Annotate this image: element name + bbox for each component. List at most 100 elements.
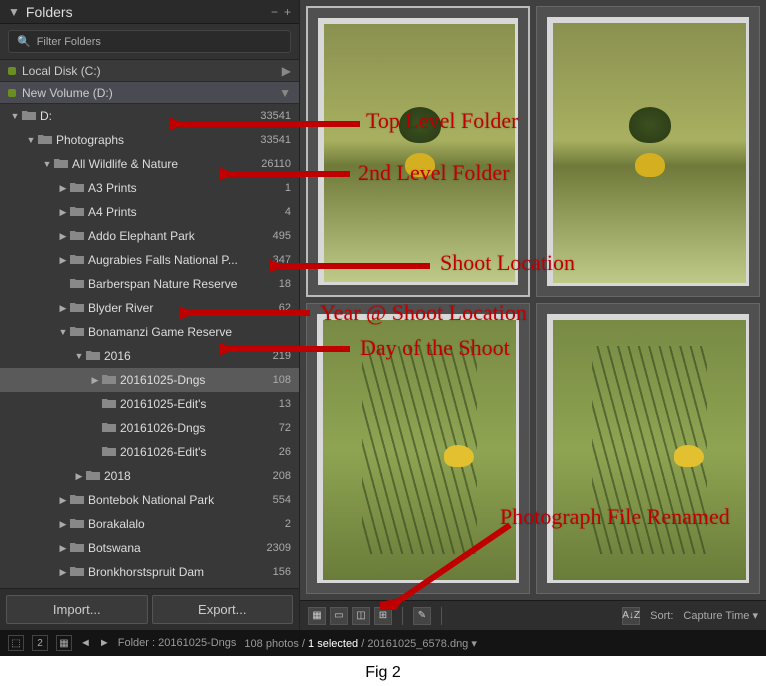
- expand-icon[interactable]: ▶: [56, 231, 70, 242]
- sort-direction-icon[interactable]: A↓Z: [622, 607, 640, 625]
- plus-icon[interactable]: +: [284, 5, 291, 19]
- folder-count: 347: [251, 254, 291, 266]
- status-filename[interactable]: 20161025_6578.dng: [367, 638, 468, 650]
- drive-d[interactable]: New Volume (D:) ▼: [0, 82, 299, 104]
- folder-icon: [38, 133, 52, 147]
- sort-label: Sort:: [650, 610, 673, 622]
- folder-tree[interactable]: ▼D:33541▼Photographs33541▼All Wildlife &…: [0, 104, 299, 588]
- filter-folders-input[interactable]: 🔍 Filter Folders: [8, 30, 291, 53]
- tree-row[interactable]: ▶Bontebok National Park554: [0, 488, 299, 512]
- drive-status-icon: [8, 67, 16, 75]
- panel-collapse-icon[interactable]: ▼: [8, 5, 20, 19]
- filmstrip-icon[interactable]: ▦: [56, 635, 72, 651]
- thumbnail[interactable]: [306, 6, 530, 297]
- tree-row[interactable]: ▼D:33541: [0, 104, 299, 128]
- folder-icon: [70, 565, 84, 579]
- tree-row[interactable]: Barberspan Nature Reserve18: [0, 272, 299, 296]
- folder-icon: [102, 373, 116, 387]
- status-folder[interactable]: Folder : 20161025-Dngs: [118, 637, 237, 649]
- identity-plate-icon[interactable]: ⬚: [8, 635, 24, 651]
- compare-view-icon[interactable]: ◫: [352, 607, 370, 625]
- expand-icon[interactable]: ▶: [56, 255, 70, 266]
- import-button[interactable]: Import...: [6, 595, 148, 624]
- folder-icon: [70, 325, 84, 339]
- tree-row[interactable]: ▶ Addo Elephant Park495: [0, 224, 299, 248]
- tree-row[interactable]: ▶A3 Prints1: [0, 176, 299, 200]
- tree-row[interactable]: ▼Bonamanzi Game Reserve: [0, 320, 299, 344]
- expand-icon[interactable]: ▼: [8, 111, 22, 121]
- expand-icon[interactable]: ▶: [88, 375, 102, 386]
- status-count: 108 photos: [244, 638, 298, 650]
- folder-icon: [102, 397, 116, 411]
- folder-label: Addo Elephant Park: [88, 229, 251, 243]
- thumbnail[interactable]: [306, 303, 530, 594]
- tree-row[interactable]: ▶Borakalalo2: [0, 512, 299, 536]
- status-selected: 1 selected: [308, 638, 358, 650]
- folder-label: 20161025-Edit's: [120, 397, 251, 411]
- expand-icon[interactable]: ▼: [40, 159, 54, 169]
- expand-icon[interactable]: ▶: [56, 519, 70, 530]
- folder-count: 495: [251, 230, 291, 242]
- folder-icon: [70, 541, 84, 555]
- tree-row[interactable]: 20161026-Edit's26: [0, 440, 299, 464]
- thumbnail[interactable]: [536, 6, 760, 297]
- expand-icon[interactable]: ▶: [72, 471, 86, 482]
- folder-count: 4: [251, 206, 291, 218]
- folder-icon: [70, 181, 84, 195]
- tree-row[interactable]: ▶Botswana2309: [0, 536, 299, 560]
- tree-row[interactable]: ▶Blyder River62: [0, 296, 299, 320]
- tree-row[interactable]: ▼All Wildlife & Nature26110: [0, 152, 299, 176]
- folder-icon: [70, 205, 84, 219]
- expand-icon[interactable]: ▼: [72, 351, 86, 361]
- folder-count: 33541: [251, 110, 291, 122]
- expand-icon[interactable]: ▶: [56, 207, 70, 218]
- survey-view-icon[interactable]: ⊞: [374, 607, 392, 625]
- folder-icon: [70, 253, 84, 267]
- view-mode-icon[interactable]: 2: [32, 635, 48, 651]
- tree-row[interactable]: ▶A4 Prints4: [0, 200, 299, 224]
- folder-icon: [54, 157, 68, 171]
- folder-count: 13: [251, 398, 291, 410]
- tree-row[interactable]: ▶20161025-Dngs108: [0, 368, 299, 392]
- tree-row[interactable]: ▶ Augrabies Falls National P...347: [0, 248, 299, 272]
- sort-value[interactable]: Capture Time ▾: [683, 609, 758, 622]
- folder-icon: [86, 469, 100, 483]
- export-button[interactable]: Export...: [152, 595, 294, 624]
- expand-icon[interactable]: ▶: [56, 495, 70, 506]
- tree-row[interactable]: ▶Bronkhorstspruit Dam156: [0, 560, 299, 584]
- expand-icon[interactable]: ▼: [56, 327, 70, 337]
- folder-label: Borakalalo: [88, 517, 251, 531]
- search-icon: 🔍: [17, 35, 31, 48]
- drive-c[interactable]: Local Disk (C:) ▶: [0, 60, 299, 82]
- chevron-down-icon[interactable]: ▼: [279, 86, 291, 100]
- grid-view-icon[interactable]: ▦: [308, 607, 326, 625]
- tree-row[interactable]: ▼Photographs33541: [0, 128, 299, 152]
- folder-label: Augrabies Falls National P...: [88, 253, 251, 267]
- nav-back-icon[interactable]: ◄: [80, 637, 91, 649]
- folder-icon: [86, 349, 100, 363]
- folder-label: Barberspan Nature Reserve: [88, 277, 251, 291]
- expand-icon[interactable]: ▶: [56, 303, 70, 314]
- folder-label: A3 Prints: [88, 181, 251, 195]
- tree-row[interactable]: ▶2018208: [0, 464, 299, 488]
- chevron-right-icon[interactable]: ▶: [282, 64, 291, 78]
- tree-row[interactable]: 20161025-Edit's13: [0, 392, 299, 416]
- folder-icon: [102, 445, 116, 459]
- tree-row[interactable]: 20161026-Dngs72: [0, 416, 299, 440]
- nav-fwd-icon[interactable]: ►: [99, 637, 110, 649]
- folders-panel-header[interactable]: ▼ Folders − +: [0, 0, 299, 24]
- folder-count: 156: [251, 566, 291, 578]
- minus-icon[interactable]: −: [271, 5, 278, 19]
- folder-icon: [70, 277, 84, 291]
- painter-icon[interactable]: ✎: [413, 607, 431, 625]
- expand-icon[interactable]: ▶: [56, 543, 70, 554]
- expand-icon[interactable]: ▼: [24, 135, 38, 145]
- tree-row[interactable]: ▼2016219: [0, 344, 299, 368]
- thumbnail[interactable]: [536, 303, 760, 594]
- folder-icon: [102, 421, 116, 435]
- folder-count: 18: [251, 278, 291, 290]
- expand-icon[interactable]: ▶: [56, 567, 70, 578]
- expand-icon[interactable]: ▶: [56, 183, 70, 194]
- loupe-view-icon[interactable]: ▭: [330, 607, 348, 625]
- drive-status-icon: [8, 89, 16, 97]
